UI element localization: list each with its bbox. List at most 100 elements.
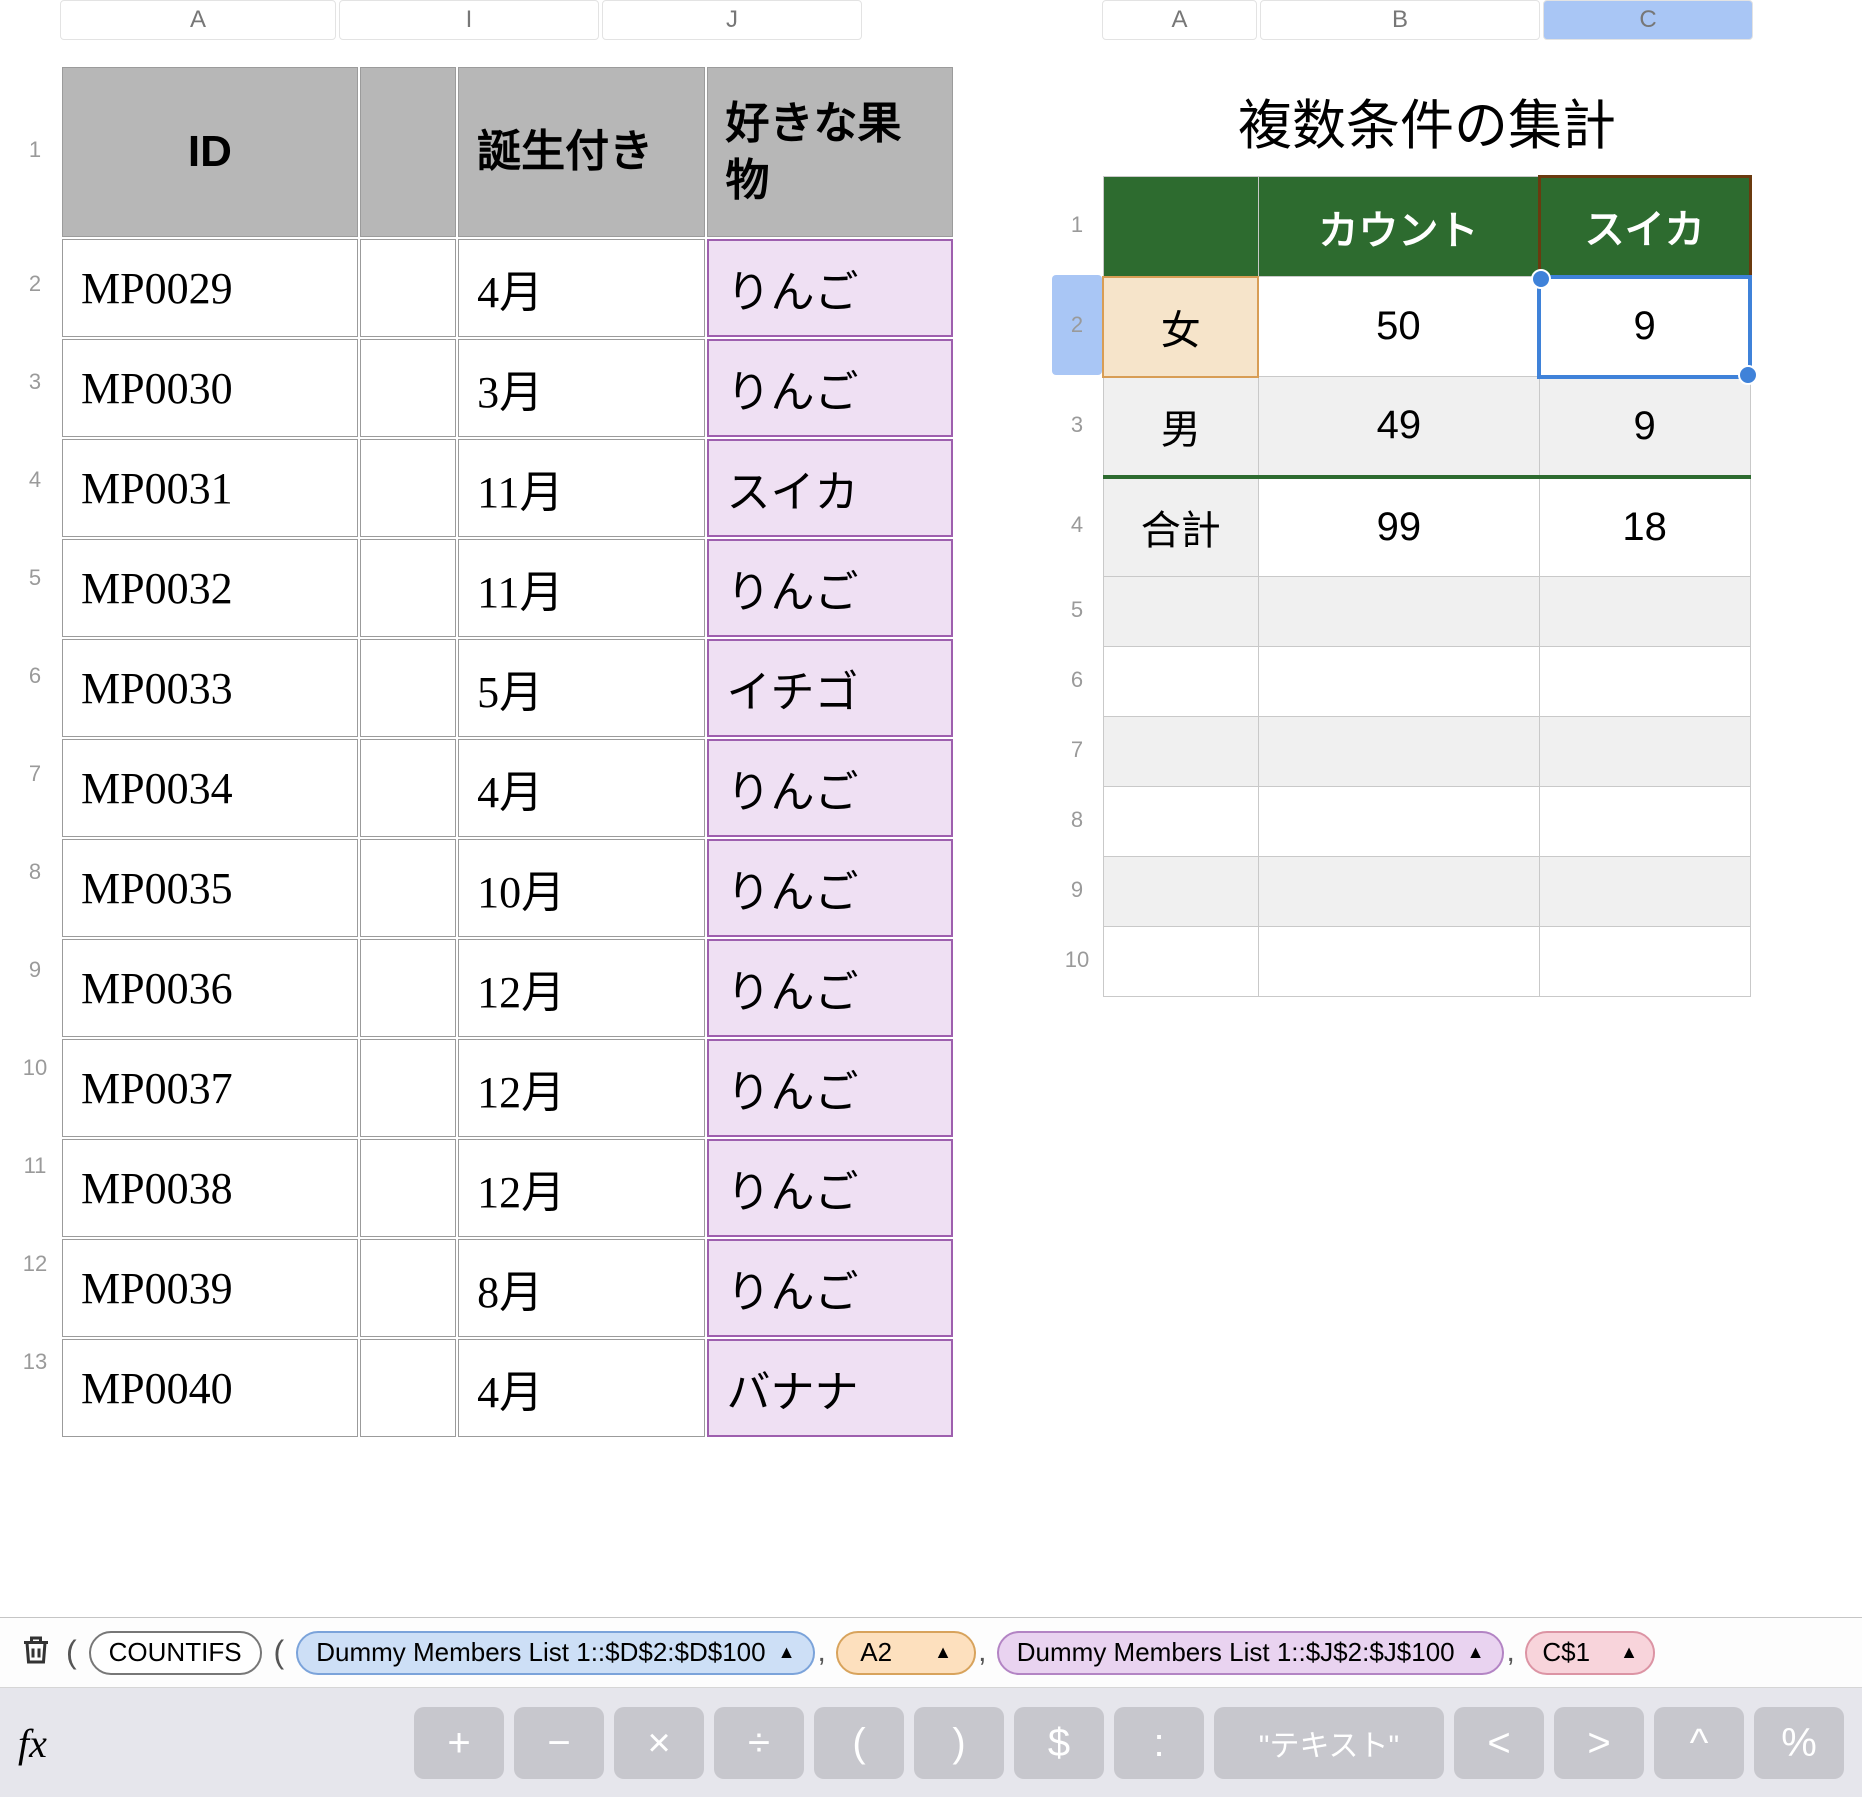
formula-range-token[interactable]: Dummy Members List 1::$J$2:$J$100▲ bbox=[997, 1631, 1505, 1675]
left-data-table[interactable]: ID 誕生付き 好きな果物 MP00294月りんごMP00303月りんごMP00… bbox=[60, 65, 955, 1439]
operator-button[interactable]: > bbox=[1554, 1707, 1644, 1779]
row-header[interactable]: 10 bbox=[1052, 925, 1102, 995]
table-row[interactable]: 合計9918 bbox=[1103, 477, 1750, 577]
row-header[interactable]: 7 bbox=[1052, 715, 1102, 785]
table-row[interactable]: MP003211月りんご bbox=[62, 539, 953, 637]
cell-narrow[interactable] bbox=[360, 539, 456, 637]
cell-fruit[interactable]: スイカ bbox=[707, 439, 953, 537]
cell-empty[interactable] bbox=[1258, 647, 1539, 717]
cell-id[interactable]: MP0040 bbox=[62, 1339, 358, 1437]
cell-narrow[interactable] bbox=[360, 739, 456, 837]
row-header[interactable]: 10 bbox=[10, 1019, 60, 1117]
cell-narrow[interactable] bbox=[360, 439, 456, 537]
cell-birth[interactable]: 12月 bbox=[458, 1039, 704, 1137]
cell-birth[interactable]: 4月 bbox=[458, 1339, 704, 1437]
table-row[interactable]: MP0040 4月バナナ bbox=[62, 1339, 953, 1437]
cell-birth[interactable]: 3月 bbox=[458, 339, 704, 437]
table-row-empty[interactable] bbox=[1103, 577, 1750, 647]
header-fruit[interactable]: 好きな果物 bbox=[707, 67, 953, 237]
table-row-empty[interactable] bbox=[1103, 927, 1750, 997]
cell-label[interactable]: 女 bbox=[1103, 277, 1258, 377]
cell-narrow[interactable] bbox=[360, 839, 456, 937]
cell-id[interactable]: MP0035 bbox=[62, 839, 358, 937]
cell-label[interactable]: 合計 bbox=[1103, 477, 1258, 577]
cell-birth[interactable]: 10月 bbox=[458, 839, 704, 937]
cell-empty[interactable] bbox=[1539, 647, 1750, 717]
row-header[interactable]: 6 bbox=[10, 627, 60, 725]
row-header[interactable]: 5 bbox=[1052, 575, 1102, 645]
row-header[interactable]: 11 bbox=[10, 1117, 60, 1215]
row-header[interactable]: 2 bbox=[1052, 275, 1102, 375]
row-header[interactable]: 4 bbox=[10, 431, 60, 529]
row-header[interactable]: 7 bbox=[10, 725, 60, 823]
table-row-empty[interactable] bbox=[1103, 647, 1750, 717]
formula-function-token[interactable]: COUNTIFS bbox=[89, 1631, 262, 1675]
cell-fruit[interactable]: バナナ bbox=[707, 1339, 953, 1437]
row-header[interactable]: 12 bbox=[10, 1215, 60, 1313]
header-id[interactable]: ID bbox=[62, 67, 358, 237]
table-row[interactable]: MP00294月りんご bbox=[62, 239, 953, 337]
formula-input-row[interactable]: ( COUNTIFS ( Dummy Members List 1::$D$2:… bbox=[0, 1618, 1862, 1688]
cell-empty[interactable] bbox=[1258, 857, 1539, 927]
operator-button[interactable]: ^ bbox=[1654, 1707, 1744, 1779]
cell-birth[interactable]: 11月 bbox=[458, 539, 704, 637]
header-narrow[interactable] bbox=[360, 67, 456, 237]
cell-fruit[interactable]: りんご bbox=[707, 239, 953, 337]
table-row[interactable]: MP0035 10月りんご bbox=[62, 839, 953, 937]
cell-narrow[interactable] bbox=[360, 1339, 456, 1437]
header-fruit-col[interactable]: スイカ bbox=[1539, 177, 1750, 277]
cell-fruit[interactable]: りんご bbox=[707, 1239, 953, 1337]
table-row[interactable]: 男499 bbox=[1103, 377, 1750, 477]
cell-fruit[interactable]: りんご bbox=[707, 539, 953, 637]
col-header-I[interactable]: I bbox=[339, 0, 599, 40]
col-header-J[interactable]: J bbox=[602, 0, 862, 40]
cell-birth[interactable]: 4月 bbox=[458, 239, 704, 337]
cell-narrow[interactable] bbox=[360, 939, 456, 1037]
row-header[interactable]: 3 bbox=[10, 333, 60, 431]
row-header[interactable]: 8 bbox=[10, 823, 60, 921]
cell-empty[interactable] bbox=[1103, 857, 1258, 927]
cell-fruit[interactable]: りんご bbox=[707, 939, 953, 1037]
cell-empty[interactable] bbox=[1539, 717, 1750, 787]
col-header-B-right[interactable]: B bbox=[1260, 0, 1540, 40]
table-row[interactable]: MP003712月りんご bbox=[62, 1039, 953, 1137]
right-data-table[interactable]: カウント スイカ 女509男499合計9918 bbox=[1102, 175, 1752, 997]
row-header[interactable]: 8 bbox=[1052, 785, 1102, 855]
table-row[interactable]: MP003612月りんご bbox=[62, 939, 953, 1037]
cell-empty[interactable] bbox=[1539, 787, 1750, 857]
cell-empty[interactable] bbox=[1258, 787, 1539, 857]
table-row[interactable]: 女509 bbox=[1103, 277, 1750, 377]
cell-narrow[interactable] bbox=[360, 639, 456, 737]
cell-id[interactable]: MP0033 bbox=[62, 639, 358, 737]
cell-birth[interactable]: 12月 bbox=[458, 939, 704, 1037]
col-header-A[interactable]: A bbox=[60, 0, 336, 40]
table-row[interactable]: MP00398月りんご bbox=[62, 1239, 953, 1337]
operator-button[interactable]: % bbox=[1754, 1707, 1844, 1779]
cell-count[interactable]: 49 bbox=[1258, 377, 1539, 477]
table-row-empty[interactable] bbox=[1103, 857, 1750, 927]
cell-fruit-count[interactable]: 9 bbox=[1539, 377, 1750, 477]
cell-fruit[interactable]: イチゴ bbox=[707, 639, 953, 737]
fx-icon[interactable]: fx bbox=[18, 1720, 67, 1767]
cell-birth[interactable]: 5月 bbox=[458, 639, 704, 737]
cell-fruit-count[interactable]: 18 bbox=[1539, 477, 1750, 577]
cell-id[interactable]: MP0034 bbox=[62, 739, 358, 837]
cell-fruit[interactable]: りんご bbox=[707, 1039, 953, 1137]
table-row-empty[interactable] bbox=[1103, 787, 1750, 857]
cell-count[interactable]: 99 bbox=[1258, 477, 1539, 577]
operator-button[interactable]: ( bbox=[814, 1707, 904, 1779]
cell-id[interactable]: MP0039 bbox=[62, 1239, 358, 1337]
row-header[interactable]: 9 bbox=[10, 921, 60, 1019]
formula-range-token[interactable]: A2▲ bbox=[836, 1631, 976, 1675]
cell-fruit[interactable]: りんご bbox=[707, 839, 953, 937]
operator-button[interactable]: − bbox=[514, 1707, 604, 1779]
table-row[interactable]: MP0033 5月イチゴ bbox=[62, 639, 953, 737]
operator-button[interactable]: ÷ bbox=[714, 1707, 804, 1779]
cell-empty[interactable] bbox=[1103, 577, 1258, 647]
row-header[interactable]: 3 bbox=[1052, 375, 1102, 475]
table-row[interactable]: MP00344月りんご bbox=[62, 739, 953, 837]
row-header[interactable]: 5 bbox=[10, 529, 60, 627]
header-blank[interactable] bbox=[1103, 177, 1258, 277]
table-row[interactable]: MP003812月りんご bbox=[62, 1139, 953, 1237]
cell-empty[interactable] bbox=[1103, 647, 1258, 717]
